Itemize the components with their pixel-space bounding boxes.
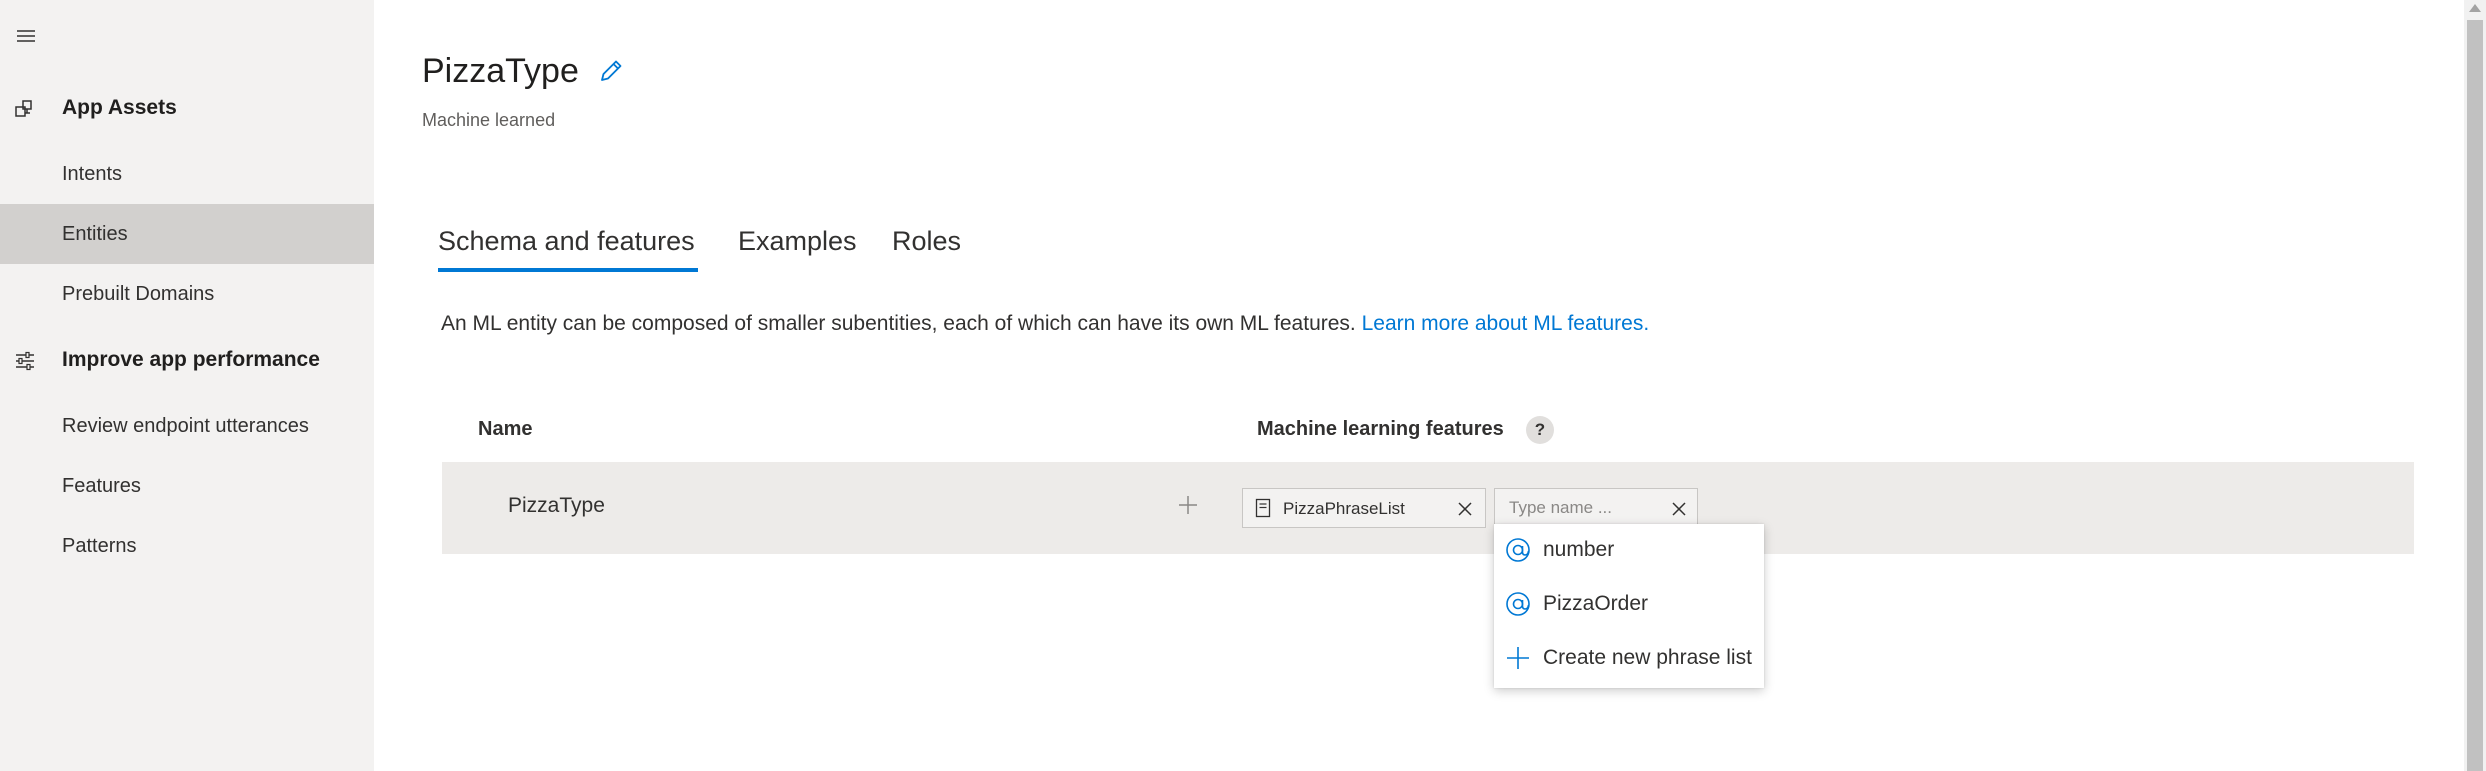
sidebar-item-prebuilt-domains[interactable]: Prebuilt Domains [0, 264, 374, 324]
tab-roles[interactable]: Roles [892, 226, 961, 257]
scrollbar-thumb[interactable] [2467, 20, 2483, 771]
hamburger-menu-icon[interactable] [14, 26, 38, 46]
plus-icon [1507, 647, 1529, 669]
dropdown-item-create-new-phrase-list[interactable]: Create new phrase list [1494, 632, 1764, 684]
feature-name-input[interactable] [1509, 495, 1659, 521]
clear-input-close-icon[interactable] [1671, 501, 1687, 517]
feature-chip-label: PizzaPhraseList [1283, 499, 1405, 518]
feature-suggestions-dropdown: number PizzaOrder Create new phrase list [1494, 524, 1764, 688]
tab-examples[interactable]: Examples [738, 226, 857, 257]
dropdown-item-label: PizzaOrder [1543, 592, 1649, 615]
sidebar-item-label: Prebuilt Domains [62, 282, 215, 305]
phrase-list-icon [1255, 498, 1271, 518]
dropdown-item-number[interactable]: number [1494, 524, 1764, 576]
learn-more-link[interactable]: Learn more about ML features. [1362, 312, 1650, 335]
sidebar: App Assets Intents Entities Prebuilt Dom… [0, 0, 374, 771]
sidebar-item-features[interactable]: Features [0, 456, 374, 516]
remove-feature-close-icon[interactable] [1457, 501, 1473, 517]
scroll-up-arrow-icon[interactable] [2469, 4, 2481, 12]
page-title: PizzaType [422, 52, 579, 90]
main-content: PizzaType Machine learned Schema and fea… [374, 0, 2464, 771]
sidebar-item-intents[interactable]: Intents [0, 144, 374, 204]
entity-name: PizzaType [508, 494, 605, 517]
sidebar-item-label: Features [62, 474, 141, 497]
dropdown-item-pizzaorder[interactable]: PizzaOrder [1494, 578, 1764, 630]
dropdown-item-label: number [1543, 538, 1615, 561]
app-assets-icon [15, 100, 32, 117]
entity-type-subtitle: Machine learned [422, 110, 556, 130]
sidebar-group-label: Improve app performance [62, 348, 320, 371]
sliders-icon [16, 351, 34, 371]
column-header-ml-features: Machine learning features [1257, 418, 1504, 440]
sidebar-item-label: Entities [62, 222, 128, 245]
at-icon [1506, 592, 1530, 616]
sidebar-item-label: Intents [62, 162, 123, 185]
at-icon [1506, 538, 1530, 562]
description: An ML entity can be composed of smaller … [441, 312, 1649, 336]
feature-name-combobox[interactable] [1494, 488, 1698, 528]
sidebar-item-review-endpoint-utterances[interactable]: Review endpoint utterances [0, 396, 374, 456]
tab-schema-and-features[interactable]: Schema and features [438, 226, 695, 257]
sidebar-item-label: Patterns [62, 534, 137, 557]
sidebar-item-label: Review endpoint utterances [62, 414, 309, 437]
help-button[interactable]: ? [1526, 416, 1554, 444]
sidebar-item-patterns[interactable]: Patterns [0, 516, 374, 576]
feature-chip-pizzaphraselist[interactable]: PizzaPhraseList [1242, 488, 1486, 528]
column-header-name: Name [478, 418, 533, 440]
vertical-scrollbar[interactable] [2464, 0, 2486, 771]
dropdown-item-label: Create new phrase list [1543, 646, 1752, 669]
sidebar-item-entities[interactable]: Entities [0, 204, 374, 264]
table-row: PizzaType PizzaPhraseList [442, 462, 2414, 554]
selected-tab-indicator [438, 268, 698, 272]
edit-pencil-icon[interactable] [596, 56, 626, 86]
add-subentity-plus-icon[interactable] [1175, 492, 1201, 518]
sidebar-group-label: App Assets [62, 96, 177, 119]
description-text: An ML entity can be composed of smaller … [441, 312, 1356, 335]
sidebar-group-app-assets[interactable]: App Assets [0, 78, 374, 138]
sidebar-group-improve-app-performance[interactable]: Improve app performance [0, 330, 374, 390]
